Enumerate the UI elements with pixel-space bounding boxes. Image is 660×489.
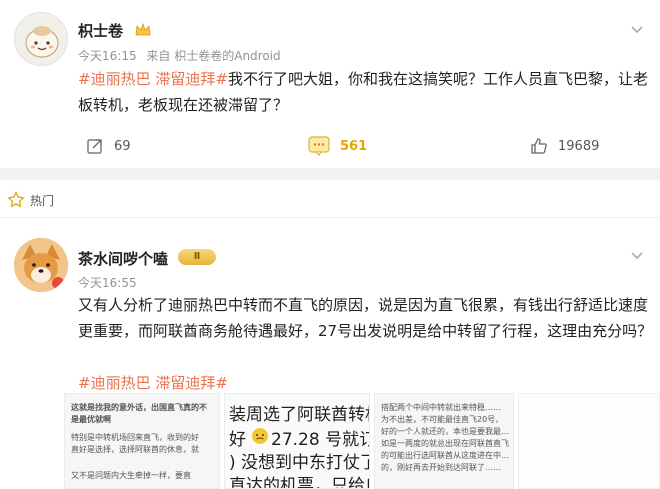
- comment-button[interactable]: 561: [308, 132, 367, 160]
- image-text-line: 装周选了阿联酋转机: [229, 405, 370, 425]
- user-avatar[interactable]: [14, 12, 68, 66]
- post-image[interactable]: 装周选了阿联酋转机 好 27.28 号就订了 ) 没想到中东打仗了, 直达的机票…: [224, 393, 370, 489]
- like-button[interactable]: 19689: [530, 132, 599, 160]
- star-icon: [7, 191, 25, 208]
- image-text-line: 直达的机票，只给自: [229, 476, 370, 489]
- image-text-line: 直好是选择，选择阿联酋的休息，就: [71, 445, 199, 454]
- thumbs-up-icon: [531, 138, 547, 154]
- cartoon-avatar-icon: [25, 26, 59, 58]
- image-text-line: 这就是找我的意外话，出国直飞真的不: [71, 403, 207, 412]
- like-count: 19689: [558, 138, 600, 154]
- image-text-line: 27.28 号就订了: [271, 430, 369, 450]
- image-text-line: 为不出差，不可能最佳直飞20号，: [381, 415, 504, 424]
- repost-count: 69: [114, 138, 131, 154]
- comment-icon: [308, 136, 330, 156]
- shiba-dog-avatar-icon: [14, 238, 68, 292]
- image-text-line: 又不是问题内大生牵掉一样，要直: [71, 471, 191, 480]
- image-text-line: 搭配两个中间中转就出来特稳……: [381, 403, 501, 412]
- repost-button[interactable]: 69: [86, 132, 131, 160]
- comment-count: 561: [340, 138, 368, 154]
- post-image[interactable]: [518, 393, 660, 489]
- repost-icon: [87, 139, 102, 154]
- post-text: #迪丽热巴 滞留迪拜#我不行了吧大姐，你和我在这搞笑呢？工作人员直飞巴黎，让老板…: [78, 66, 648, 118]
- image-text-line: 好的一个人就还的，本也是要我最…: [381, 427, 509, 436]
- post-username[interactable]: 茶水间哕个嗑: [78, 248, 168, 269]
- post-source: 来自 枳士卷卷的Android: [146, 49, 281, 63]
- emoji-face-icon: [252, 428, 268, 444]
- section-divider: [0, 168, 660, 180]
- hot-section-header: 热门: [0, 180, 660, 218]
- image-text-line: 的可能出行选阿联酋从这度进在中…: [381, 451, 509, 460]
- post-actions: 69 561 19689: [0, 132, 660, 160]
- image-text-line: 是最优就啊: [71, 415, 111, 424]
- image-text-line: 好: [229, 430, 246, 450]
- post-image[interactable]: 搭配两个中间中转就出来特稳…… 为不出差，不可能最佳直飞20号， 好的一个人就还…: [374, 393, 514, 489]
- post-image[interactable]: 这就是找我的意外话，出国直飞真的不 是最优就啊 特别是中转机场回来直飞，收到的好…: [64, 393, 220, 489]
- hot-label: 热门: [30, 194, 55, 208]
- post-time: 今天16:55: [78, 276, 137, 290]
- post-username[interactable]: 枳士卷: [78, 20, 123, 41]
- hashtag-link[interactable]: 滞留迪拜#: [155, 70, 228, 88]
- crown-badge-icon: [135, 22, 151, 36]
- post-body: 又有人分析了迪丽热巴中转而不直飞的原因，说是因为直飞很累，有钱出行舒适比速度更重…: [78, 296, 653, 340]
- vip-level-badge: Ⅱ: [178, 249, 216, 265]
- image-text-line: ) 没想到中东打仗了,: [229, 453, 370, 473]
- post-time: 今天16:15: [78, 49, 137, 63]
- chevron-down-icon[interactable]: [630, 22, 644, 36]
- image-text-line: 的，刚好再去开始到达阿联了……: [381, 463, 501, 472]
- chevron-down-icon[interactable]: [630, 248, 644, 262]
- image-text-line: 如是一两度的就总出现在阿联酋直飞: [381, 439, 509, 448]
- hashtag-link[interactable]: #迪丽热巴: [78, 70, 151, 88]
- user-avatar[interactable]: [14, 238, 68, 292]
- post-image-strip: 这就是找我的意外话，出国直飞真的不 是最优就啊 特别是中转机场回来直飞，收到的好…: [64, 393, 660, 489]
- post-card-1: 枳士卷 今天16:15 来自 枳士卷卷的Android #迪丽热巴 滞留迪拜#我…: [0, 0, 660, 168]
- image-text-line: 特别是中转机场回来直飞，收到的好: [71, 433, 199, 442]
